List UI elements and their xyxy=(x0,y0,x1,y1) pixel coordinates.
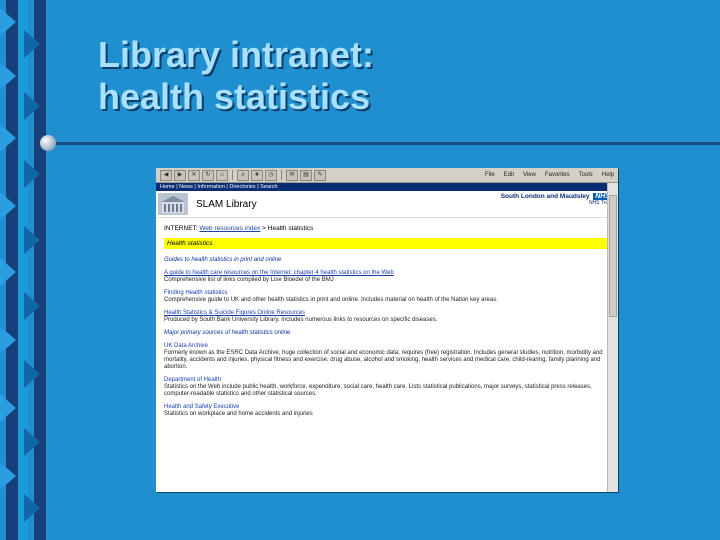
divider-knob xyxy=(40,135,56,151)
list-item: Department of Health Statistics on the W… xyxy=(164,377,610,398)
library-building-icon xyxy=(158,193,188,215)
list-item: UK Data Archive Formerly known as the ES… xyxy=(164,343,610,371)
menu-help[interactable]: Help xyxy=(602,172,614,178)
resource-link[interactable]: A guide to health care resources on the … xyxy=(164,270,610,277)
menu-edit[interactable]: Edit xyxy=(504,172,514,178)
breadcrumb-link[interactable]: Web resources index xyxy=(199,225,260,232)
menu-favorites[interactable]: Favorites xyxy=(545,172,570,178)
resource-description: Comprehensive guide to UK and other heal… xyxy=(164,297,498,303)
resource-link[interactable]: Finding Health statistics xyxy=(164,290,610,297)
edit-icon[interactable]: ✎ xyxy=(314,169,326,181)
resource-link[interactable]: Health and Safety Executive xyxy=(164,404,610,411)
site-nav-bar[interactable]: Home | News | Information | Directories … xyxy=(156,183,618,191)
resource-link[interactable]: Department of Health xyxy=(164,377,610,384)
menu-tools[interactable]: Tools xyxy=(579,172,593,178)
history-icon[interactable]: ◷ xyxy=(265,169,277,181)
section-heading-primary-sources: Major primary sources of health statisti… xyxy=(164,330,291,336)
scrollbar-thumb[interactable] xyxy=(609,195,617,317)
resource-description: Statistics on the Web include public hea… xyxy=(164,384,592,397)
browser-toolbar: ◀ ▶ ✕ ↻ ⌂ ⌕ ★ ◷ ✉ ▤ ✎ File Edit View Fav… xyxy=(156,168,618,183)
resource-description: Produced by South Bank University Librar… xyxy=(164,317,438,323)
breadcrumb-prefix: INTERNET: xyxy=(164,225,198,232)
resource-link[interactable]: Health Statistics & Suicide Figures Onli… xyxy=(164,310,610,317)
forward-icon[interactable]: ▶ xyxy=(174,169,186,181)
list-item: Finding Health statistics Comprehensive … xyxy=(164,290,610,304)
intranet-screenshot: ◀ ▶ ✕ ↻ ⌂ ⌕ ★ ◷ ✉ ▤ ✎ File Edit View Fav… xyxy=(156,168,618,492)
menu-view[interactable]: View xyxy=(523,172,536,178)
resource-link[interactable]: UK Data Archive xyxy=(164,343,610,350)
back-icon[interactable]: ◀ xyxy=(160,169,172,181)
list-item: A guide to health care resources on the … xyxy=(164,270,610,284)
stop-icon[interactable]: ✕ xyxy=(188,169,200,181)
slide-title-line2: health statistics xyxy=(98,76,371,117)
vertical-scrollbar[interactable] xyxy=(607,183,618,492)
page-content: INTERNET: Web resources index > Health s… xyxy=(156,218,618,418)
favorites-icon[interactable]: ★ xyxy=(251,169,263,181)
resource-description: Formerly known as the ESRC Data Archive,… xyxy=(164,350,603,370)
mail-icon[interactable]: ✉ xyxy=(286,169,298,181)
search-icon[interactable]: ⌕ xyxy=(237,169,249,181)
breadcrumb-current: > Health statistics xyxy=(262,225,314,232)
slide-title: Library intranet: health statistics xyxy=(98,34,374,118)
resource-description: Statistics on workplace and home acciden… xyxy=(164,411,313,417)
site-name: SLAM Library xyxy=(196,198,257,210)
trust-subtitle: NHS Trust xyxy=(588,200,612,206)
resource-description: Comprehensive list of links compiled by … xyxy=(164,277,334,283)
home-icon[interactable]: ⌂ xyxy=(216,169,228,181)
slide-title-line1: Library intranet: xyxy=(98,34,375,75)
print-icon[interactable]: ▤ xyxy=(300,169,312,181)
title-divider xyxy=(50,142,720,145)
menu-file[interactable]: File xyxy=(485,172,495,178)
trust-name: South London and Maudsley xyxy=(500,193,590,200)
browser-menu: File Edit View Favorites Tools Help xyxy=(485,172,614,178)
section-heading-guides: Guides to health statistics in print and… xyxy=(164,257,282,263)
site-header: SLAM Library South London and Maudsley N… xyxy=(156,191,618,218)
list-item: Health and Safety Executive Statistics o… xyxy=(164,404,610,418)
trust-logo: South London and Maudsley NHS NHS Trust xyxy=(501,193,612,206)
page-heading: Health statistics xyxy=(164,238,610,249)
list-item: Health Statistics & Suicide Figures Onli… xyxy=(164,310,610,324)
refresh-icon[interactable]: ↻ xyxy=(202,169,214,181)
decorative-bar-strip xyxy=(0,0,60,540)
breadcrumb: INTERNET: Web resources index > Health s… xyxy=(164,225,610,232)
